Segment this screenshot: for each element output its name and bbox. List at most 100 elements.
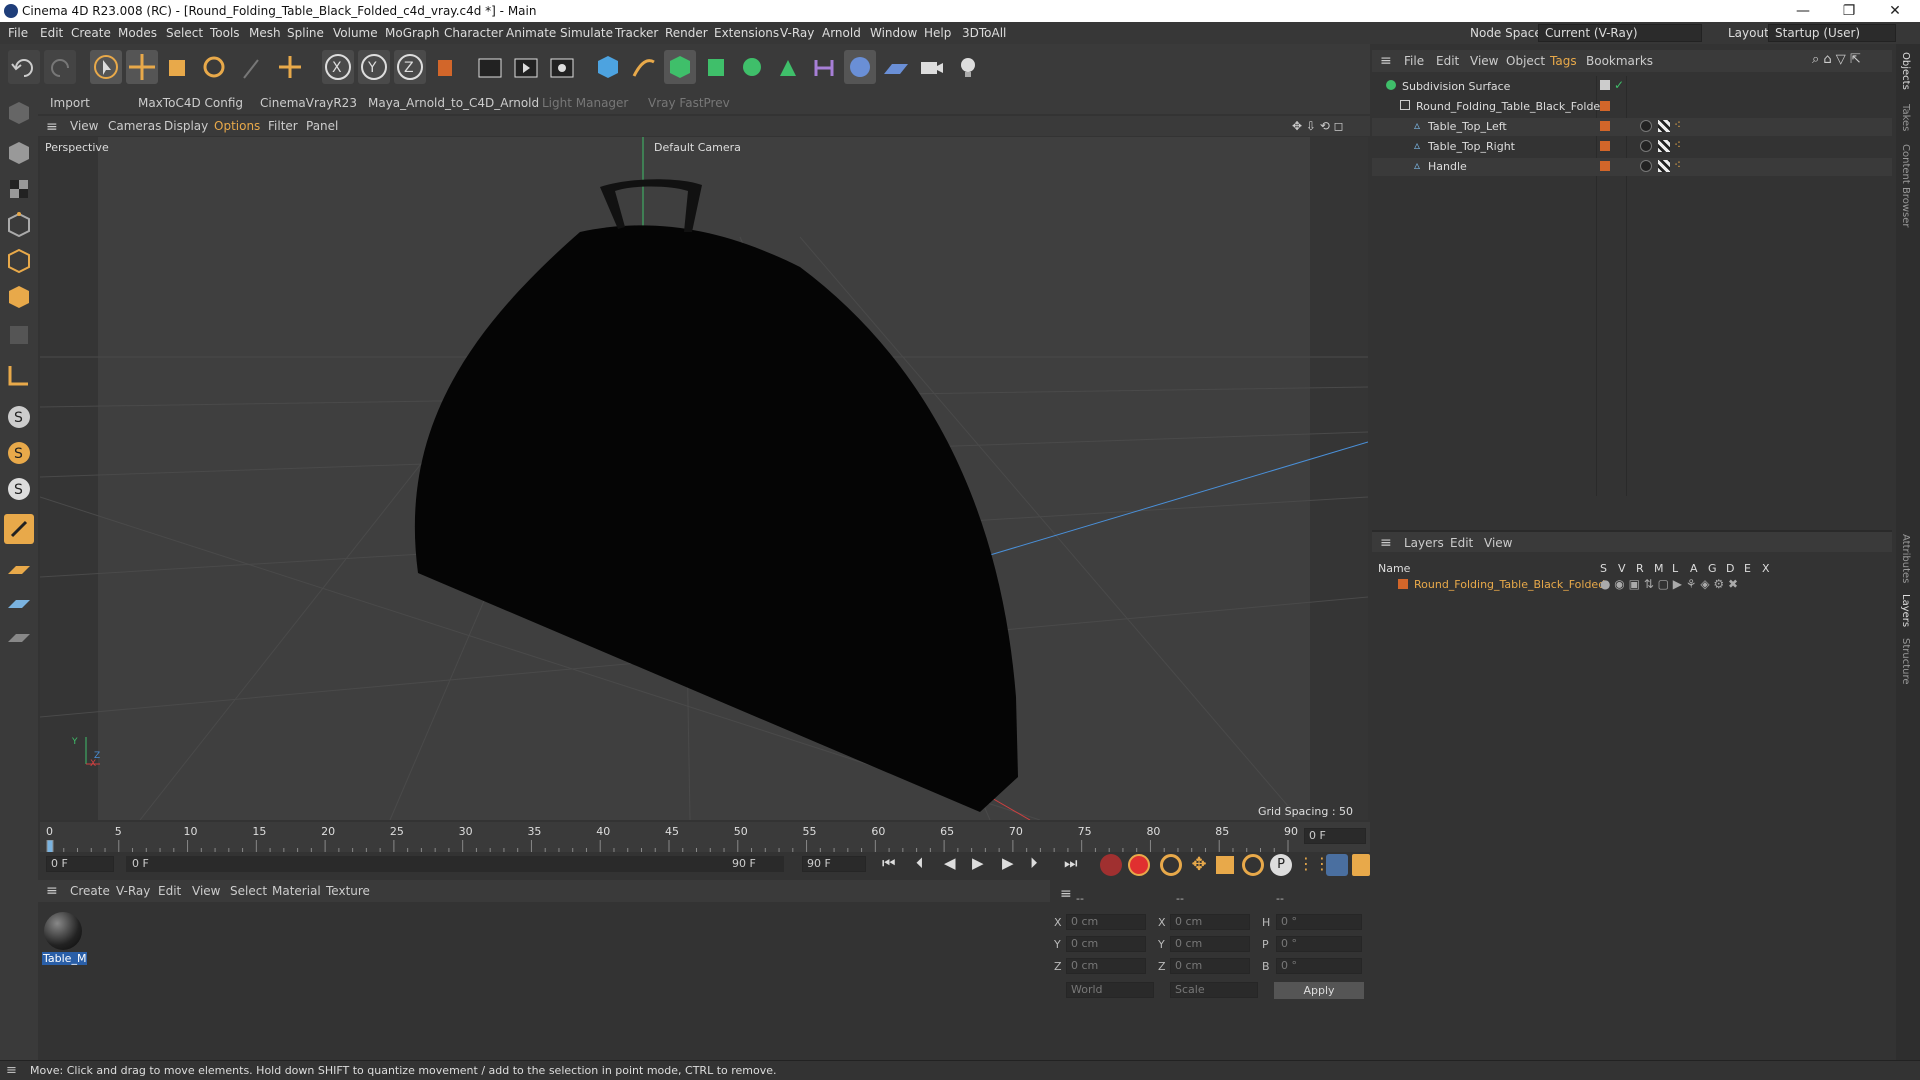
- end-frame-field[interactable]: 90 F: [802, 856, 866, 872]
- play-icon[interactable]: ▶: [972, 854, 984, 872]
- redo-icon[interactable]: [44, 50, 76, 84]
- material-tag-icon[interactable]: [1640, 160, 1652, 172]
- field-icon[interactable]: [808, 50, 840, 84]
- keyframe-selection-icon[interactable]: [1160, 854, 1182, 876]
- menu-file[interactable]: File: [8, 26, 28, 40]
- viewport-menu-icon[interactable]: ≡: [46, 119, 58, 135]
- menu-mesh[interactable]: Mesh: [249, 26, 281, 40]
- uv-mode-icon[interactable]: [4, 320, 34, 350]
- menu-volume[interactable]: Volume: [333, 26, 378, 40]
- deformer-icon[interactable]: [772, 50, 804, 84]
- node-space-dropdown[interactable]: Current (V-Ray): [1538, 24, 1702, 42]
- camera-icon[interactable]: [916, 50, 948, 84]
- tab-layers[interactable]: Layers: [1900, 594, 1911, 627]
- menu-animate[interactable]: Animate: [506, 26, 556, 40]
- enabled-check-icon[interactable]: ✓: [1614, 78, 1624, 92]
- render-picture-viewer-icon[interactable]: [510, 50, 542, 84]
- obj-menu-edit[interactable]: Edit: [1436, 54, 1459, 68]
- coord-pos-y[interactable]: 0 cm: [1066, 936, 1146, 952]
- coord-size-x[interactable]: 0 cm: [1170, 914, 1250, 930]
- mat-menu-edit[interactable]: Edit: [158, 884, 181, 898]
- layer-menu-layers[interactable]: Layers: [1404, 536, 1444, 550]
- obj-menu-view[interactable]: View: [1470, 54, 1498, 68]
- key-pla-icon[interactable]: ⋮⋮: [1298, 854, 1330, 876]
- cube-object-icon[interactable]: [592, 50, 624, 84]
- vp-menu-display[interactable]: Display: [164, 119, 208, 133]
- key-position-icon[interactable]: ✥: [1188, 854, 1210, 876]
- object-menu-icon[interactable]: ≡: [1380, 53, 1392, 69]
- coord-size-z[interactable]: 0 cm: [1170, 958, 1250, 974]
- key-rotation-icon[interactable]: [1242, 854, 1264, 876]
- menu-3dtoall[interactable]: 3DToAll: [962, 26, 1006, 40]
- maya-arnold-button[interactable]: Maya_Arnold_to_C4D_Arnold: [368, 96, 539, 110]
- prev-key-icon[interactable]: ⏴: [916, 854, 924, 872]
- status-menu-icon[interactable]: ≡: [6, 1063, 17, 1078]
- timeline-window-icon[interactable]: [1352, 854, 1370, 876]
- material-tag-icon[interactable]: [1640, 120, 1652, 132]
- x-axis-icon[interactable]: X: [322, 50, 354, 84]
- subdivision-surface-icon[interactable]: [664, 50, 696, 84]
- range-slider[interactable]: 0 F 90 F: [126, 856, 784, 872]
- menu-render[interactable]: Render: [665, 26, 708, 40]
- mat-menu-material[interactable]: Material: [272, 884, 321, 898]
- add-object-icon[interactable]: [274, 50, 306, 84]
- object-row[interactable]: ▵ Table_Top_Right ⁖: [1372, 138, 1892, 156]
- vp-menu-panel[interactable]: Panel: [306, 119, 338, 133]
- undo-icon[interactable]: [8, 50, 40, 84]
- mat-menu-texture[interactable]: Texture: [326, 884, 370, 898]
- current-frame-field[interactable]: 0 F: [1304, 828, 1366, 844]
- menu-tracker[interactable]: Tracker: [615, 26, 658, 40]
- menu-create[interactable]: Create: [71, 26, 111, 40]
- viewport-nav-icons[interactable]: ✥ ⇩ ⟲ ◻: [1292, 119, 1344, 133]
- menu-simulate[interactable]: Simulate: [560, 26, 613, 40]
- next-frame-icon[interactable]: ▶: [1002, 854, 1014, 872]
- spline-pen-icon[interactable]: [628, 50, 660, 84]
- vp-menu-view[interactable]: View: [70, 119, 98, 133]
- coord-rot-b[interactable]: 0 °: [1276, 958, 1362, 974]
- layer-swatch[interactable]: [1398, 579, 1408, 589]
- vray-tag-icon[interactable]: ⁖: [1674, 158, 1681, 172]
- vp-menu-options[interactable]: Options: [214, 119, 260, 133]
- apply-button[interactable]: Apply: [1274, 982, 1364, 999]
- mat-menu-view[interactable]: View: [192, 884, 220, 898]
- obj-menu-file[interactable]: File: [1404, 54, 1424, 68]
- floor-icon[interactable]: [880, 50, 912, 84]
- texture-tag-icon[interactable]: [1658, 120, 1670, 132]
- coord-rot-h[interactable]: 0 °: [1276, 914, 1362, 930]
- tab-structure[interactable]: Structure: [1900, 638, 1911, 685]
- go-to-end-icon[interactable]: ⏭: [1064, 854, 1078, 872]
- light-manager-button[interactable]: Light Manager: [542, 96, 628, 110]
- coord-rot-p[interactable]: 0 °: [1276, 936, 1362, 952]
- y-axis-icon[interactable]: Y: [358, 50, 390, 84]
- menu-vray[interactable]: V-Ray: [780, 26, 814, 40]
- texture-tag-icon[interactable]: [1658, 160, 1670, 172]
- make-editable-icon[interactable]: [4, 98, 34, 128]
- tab-attributes[interactable]: Attributes: [1900, 534, 1911, 583]
- layer-flag-icons[interactable]: ● ◉ ▣ ⇅ ▢ ▶ ⚘ ◈ ⚙ ✖: [1600, 577, 1738, 591]
- vp-menu-cameras[interactable]: Cameras: [108, 119, 161, 133]
- maximize-button[interactable]: ❐: [1826, 0, 1872, 22]
- menu-edit[interactable]: Edit: [40, 26, 63, 40]
- coord-pos-z[interactable]: 0 cm: [1066, 958, 1146, 974]
- object-row[interactable]: ▵ Handle ⁖: [1372, 158, 1892, 176]
- object-row[interactable]: ▵ Table_Top_Left ⁖: [1372, 118, 1892, 136]
- light-icon[interactable]: [952, 50, 984, 84]
- start-frame-field[interactable]: 0 F: [46, 856, 114, 872]
- z-axis-icon[interactable]: Z: [394, 50, 426, 84]
- snap-icon[interactable]: S: [4, 402, 34, 432]
- autokey-icon[interactable]: [1128, 854, 1150, 876]
- layer-row[interactable]: Round_Folding_Table_Black_Folded ● ◉ ▣ ⇅…: [1372, 576, 1892, 594]
- prev-frame-icon[interactable]: ◀: [944, 854, 956, 872]
- menu-mograph[interactable]: MoGraph: [385, 26, 440, 40]
- menu-select[interactable]: Select: [166, 26, 203, 40]
- layer-color-icon[interactable]: [1600, 141, 1610, 151]
- record-icon[interactable]: [1100, 854, 1122, 876]
- vray-fastprev-button[interactable]: Vray FastPrev: [648, 96, 730, 110]
- coord-pos-x[interactable]: 0 cm: [1066, 914, 1146, 930]
- layout-dropdown[interactable]: Startup (User): [1768, 24, 1896, 42]
- mat-menu-create[interactable]: Create: [70, 884, 110, 898]
- tab-objects[interactable]: Objects: [1900, 52, 1911, 90]
- snap-enable-icon[interactable]: S: [4, 474, 34, 504]
- viewport[interactable]: Perspective Default Camera Grid Spacing …: [40, 137, 1368, 820]
- coord-scale-dropdown[interactable]: Scale: [1170, 982, 1258, 998]
